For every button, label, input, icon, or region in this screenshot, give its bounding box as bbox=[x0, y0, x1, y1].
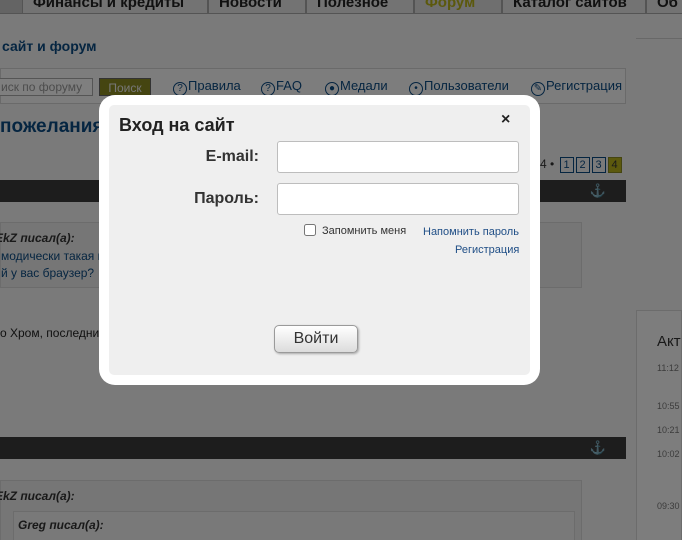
close-icon[interactable]: × bbox=[501, 111, 510, 129]
remember-me[interactable]: Запомнить меня bbox=[304, 224, 406, 237]
remind-password-link[interactable]: Напомнить пароль bbox=[423, 226, 519, 238]
password-field[interactable] bbox=[277, 183, 519, 215]
login-button[interactable]: Войти bbox=[274, 325, 358, 353]
email-label: E-mail: bbox=[205, 148, 259, 165]
login-modal-body: Вход на сайт × E-mail: Пароль: Запомнить… bbox=[109, 105, 530, 375]
password-label: Пароль: bbox=[194, 190, 259, 207]
login-modal: Вход на сайт × E-mail: Пароль: Запомнить… bbox=[99, 95, 540, 385]
remember-me-label: Запомнить меня bbox=[322, 225, 407, 237]
modal-title: Вход на сайт bbox=[119, 115, 235, 135]
remember-me-checkbox[interactable] bbox=[304, 224, 316, 236]
register-link[interactable]: Регистрация bbox=[455, 244, 519, 256]
email-field[interactable] bbox=[277, 141, 519, 173]
